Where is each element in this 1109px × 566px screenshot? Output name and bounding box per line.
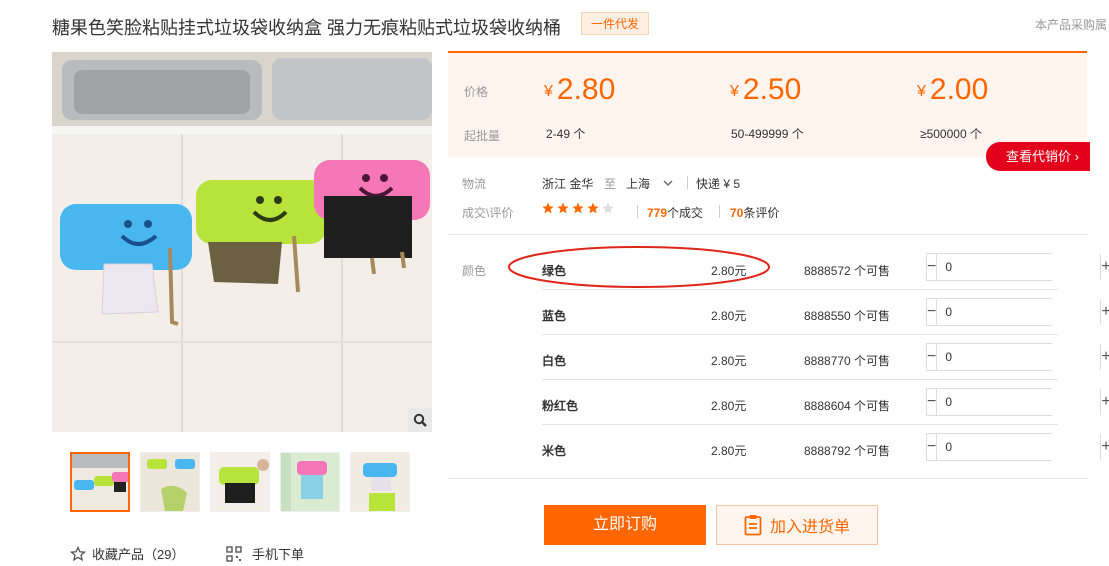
price-tier-2: ¥2.50 [730,73,802,106]
moq-label: 起批量 [464,129,501,143]
sku-price: 2.80元 [711,399,747,413]
quantity-stepper[interactable]: − + [926,433,1109,461]
purchase-note: 本产品采购属 [1035,18,1108,32]
review-count[interactable]: 70条评价 [730,204,779,221]
plus-icon[interactable]: + [1100,434,1109,460]
minus-icon[interactable]: − [927,344,938,370]
sku-name: 粉红色 [542,399,579,413]
add-to-list-button[interactable]: 加入进货单 [716,505,878,545]
thumbnail-2[interactable] [140,452,200,512]
price-label: 价格 [464,85,489,99]
sku-stock: 8888792 个可售 [804,444,891,458]
plus-icon[interactable]: + [1100,344,1109,370]
row-divider [542,379,1058,380]
chevron-right-icon: › [1071,149,1079,164]
row-divider [542,424,1058,425]
quantity-input[interactable] [937,344,1101,370]
moq-tier-2: 50-499999 个 [731,127,804,141]
thumbnail-4[interactable] [280,452,340,512]
sku-price: 2.80元 [711,444,747,458]
sku-price: 2.80元 [711,309,747,323]
main-product-image [52,52,432,432]
price-panel: 价格 起批量 ¥2.80 2-49 个 ¥2.50 50-499999 个 ¥2… [448,51,1087,157]
mobile-order-label: 手机下单 [252,547,305,562]
logistics-label: 物流 [462,177,487,191]
favorite-label: 收藏产品（29） [92,547,185,562]
color-label: 颜色 [462,264,487,278]
origin-text: 浙江 金华 [542,177,594,191]
zoom-icon[interactable] [408,408,432,432]
star-outline-icon [70,545,86,561]
row-divider [542,334,1058,335]
minus-icon[interactable]: − [927,389,938,415]
minus-icon[interactable]: − [927,299,938,325]
star-icon [542,202,554,214]
favorite-button[interactable]: 收藏产品（29） [70,544,184,563]
chevron-down-icon [663,180,673,186]
separator [637,205,638,218]
sku-stock: 8888770 个可售 [804,354,891,368]
plus-icon[interactable]: + [1100,299,1109,325]
add-to-list-label: 加入进货单 [769,519,850,536]
separator [719,205,720,218]
section-divider [448,478,1087,479]
moq-tier-1: 2-49 个 [546,127,586,141]
quantity-stepper[interactable]: − + [926,253,1109,281]
rating-stars [542,202,616,221]
clipboard-icon [744,515,762,536]
quantity-input[interactable] [937,254,1101,280]
quantity-stepper[interactable]: − + [926,298,1109,326]
quantity-stepper[interactable]: − + [926,388,1109,416]
thumbnail-3[interactable] [210,452,270,512]
moq-tier-3: ≥500000 个 [920,127,982,141]
star-icon [572,202,584,214]
plus-icon[interactable]: + [1100,254,1109,280]
sku-name: 米色 [542,444,567,458]
to-text: 至 [604,177,617,191]
sku-stock: 8888604 个可售 [804,399,891,413]
minus-icon[interactable]: − [927,254,938,280]
sku-stock: 8888550 个可售 [804,309,891,323]
quantity-input[interactable] [937,299,1101,325]
shipping-method: 快递 ¥ 5 [696,177,741,191]
plus-icon[interactable]: + [1100,389,1109,415]
quantity-input[interactable] [937,389,1101,415]
destination-select[interactable]: 上海 [626,175,673,192]
sku-name: 白色 [542,354,567,368]
quantity-input[interactable] [937,434,1101,460]
reviews-label: 成交\评价 [462,206,514,220]
buy-now-button[interactable]: 立即订购 [544,505,706,545]
section-divider [448,234,1087,235]
thumbnail-1[interactable] [70,452,130,512]
price-tier-3: ¥2.00 [917,73,989,106]
minus-icon[interactable]: − [927,434,938,460]
mobile-order-button[interactable]: 手机下单 [226,544,304,563]
agent-price-button[interactable]: 查看代销价 › [986,142,1090,171]
star-icon [587,202,599,214]
separator [687,176,688,189]
product-title: 糖果色笑脸粘贴挂式垃圾袋收纳盒 强力无痕粘贴式垃圾袋收纳桶 [52,18,561,38]
sku-price: 2.80元 [711,354,747,368]
deals-count[interactable]: 779个成交 [647,204,703,221]
qr-code-icon [226,545,242,562]
quantity-stepper[interactable]: − + [926,343,1109,371]
sku-stock: 8888572 个可售 [804,264,891,278]
highlight-ellipse [508,246,770,288]
price-tier-1: ¥2.80 [544,73,616,106]
thumbnail-5[interactable] [350,452,410,512]
dropship-badge: 一件代发 [581,12,649,35]
sku-name: 蓝色 [542,309,567,323]
star-icon [557,202,569,214]
